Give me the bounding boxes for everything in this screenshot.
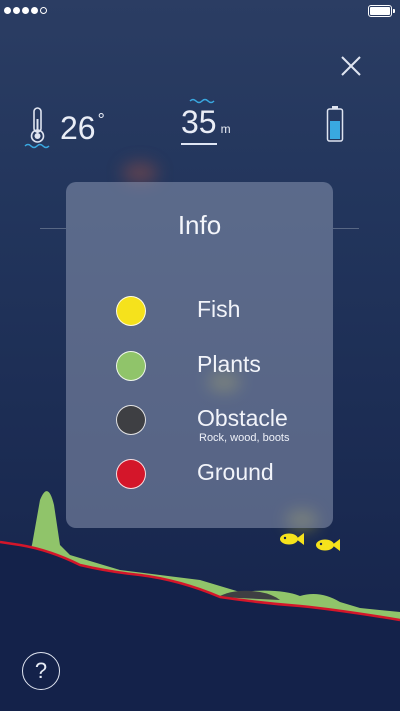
help-button[interactable]: ? [22, 652, 60, 690]
battery-icon [326, 106, 344, 142]
ground-fill [0, 542, 400, 711]
status-bar [0, 0, 400, 22]
signal-dot [4, 7, 11, 14]
legend-label-ground: Ground [197, 459, 274, 485]
legend-item-plants: Plants [66, 347, 333, 387]
fish-color-swatch [116, 296, 146, 326]
signal-dot [40, 7, 47, 14]
legend-item-obstacle: Obstacle Rock, wood, boots [66, 401, 333, 444]
ground-color-swatch [116, 459, 146, 489]
legend-label-plants: Plants [197, 351, 261, 377]
thermometer-water-icon [24, 107, 50, 149]
plants-color-swatch [116, 351, 146, 381]
info-title: Info [177, 210, 222, 240]
close-icon[interactable] [339, 54, 363, 78]
legend-sublabel-obstacle: Rock, wood, boots [199, 432, 290, 444]
system-battery-icon [368, 5, 395, 17]
obstacle-color-swatch [116, 405, 146, 435]
depth-readout: 35 m [181, 98, 231, 152]
depth-value: 35 [181, 104, 217, 145]
depth-unit: m [220, 122, 231, 136]
fish-icon [280, 533, 304, 545]
signal-strength-dots [4, 7, 47, 14]
water-depth-icon [189, 98, 215, 104]
legend-item-fish: Fish [66, 292, 333, 332]
legend-label-obstacle: Obstacle [197, 405, 288, 431]
signal-dot [22, 7, 29, 14]
legend-item-ground: Ground [66, 455, 333, 495]
signal-dot [31, 7, 38, 14]
temperature-unit: ° [97, 110, 105, 130]
fish-icon [316, 539, 340, 551]
legend-label-fish: Fish [197, 296, 241, 322]
depth-divider-left [40, 228, 66, 229]
temperature-value: 26 [60, 109, 96, 146]
signal-dot [13, 7, 20, 14]
temperature-readout: 26 ° [24, 104, 105, 152]
info-legend-panel: Info Fish Plants Obstacle Rock, wood, bo… [66, 182, 333, 528]
sonar-glow [122, 162, 158, 184]
depth-divider-right [333, 228, 359, 229]
